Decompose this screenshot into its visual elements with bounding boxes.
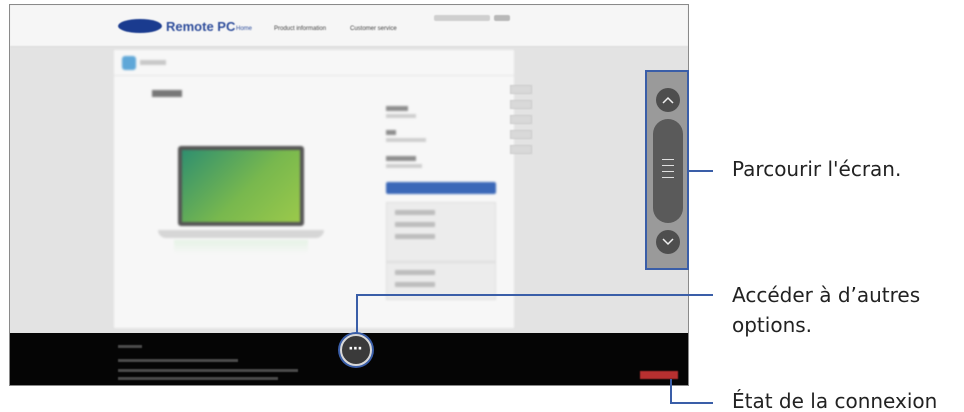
laptop-image [178, 146, 304, 226]
callout-line-status-vertical [670, 379, 672, 403]
callout-more-label-line1: Accéder à d’autres [732, 283, 921, 307]
info-text [386, 138, 426, 142]
footer-text [118, 369, 298, 372]
callout-line-scroll [689, 170, 713, 172]
info-heading [386, 106, 408, 111]
laptop-base [158, 230, 324, 238]
info-heading [386, 156, 416, 161]
callout-line-status [670, 402, 713, 404]
page-title [152, 90, 182, 97]
side-tab[interactable] [510, 145, 532, 154]
info-text [386, 164, 422, 168]
app-icon [122, 56, 136, 70]
info-text [386, 114, 416, 118]
more-options-icon: ⋯ [348, 340, 364, 356]
side-tab[interactable] [510, 130, 532, 139]
header-utility-link[interactable] [494, 15, 510, 21]
callout-status-label: État de la connexion [732, 389, 938, 412]
nav-home[interactable]: Home [236, 26, 252, 32]
callout-line-more-vertical [356, 294, 358, 334]
callout-scroll-label: Parcourir l'écran. [732, 157, 902, 181]
side-tab[interactable] [510, 85, 532, 94]
primary-action-button[interactable] [386, 182, 496, 194]
scroll-down-button[interactable] [656, 230, 680, 254]
main-content [114, 50, 514, 328]
footer-heading [118, 345, 142, 348]
grip-lines-icon [662, 159, 674, 183]
app-title: Remote PC [166, 19, 236, 34]
side-tab[interactable] [510, 100, 532, 109]
footer-links[interactable] [118, 359, 238, 362]
option-item[interactable] [395, 234, 435, 239]
side-tabs [510, 85, 536, 160]
option-item[interactable] [395, 270, 435, 275]
option-item[interactable] [395, 282, 435, 287]
content-toolbar [114, 50, 514, 76]
option-item[interactable] [395, 210, 435, 215]
scroll-up-button[interactable] [656, 88, 680, 112]
scroll-thumb[interactable] [653, 119, 683, 223]
header-utility-links[interactable] [434, 15, 490, 21]
chevron-down-icon [662, 238, 674, 246]
option-box [386, 202, 496, 262]
chevron-up-icon [662, 96, 674, 104]
info-heading [386, 130, 396, 135]
samsung-logo [118, 19, 162, 33]
nav-product-information[interactable]: Product information [274, 26, 326, 32]
side-tab[interactable] [510, 115, 532, 124]
breadcrumb [140, 60, 166, 65]
footer-text [118, 377, 278, 380]
option-item[interactable] [395, 222, 435, 227]
scroll-control [645, 70, 689, 270]
site-header: Remote PC Home Product information Custo… [10, 5, 688, 47]
more-options-button[interactable]: ⋯ [340, 334, 372, 366]
nav-customer-service[interactable]: Customer service [350, 26, 397, 32]
remote-screen: Remote PC Home Product information Custo… [9, 4, 689, 386]
callout-more-label-line2: options. [732, 313, 813, 337]
connection-status-indicator [640, 371, 678, 379]
callout-line-more [356, 294, 713, 296]
laptop-reflection [174, 240, 308, 254]
